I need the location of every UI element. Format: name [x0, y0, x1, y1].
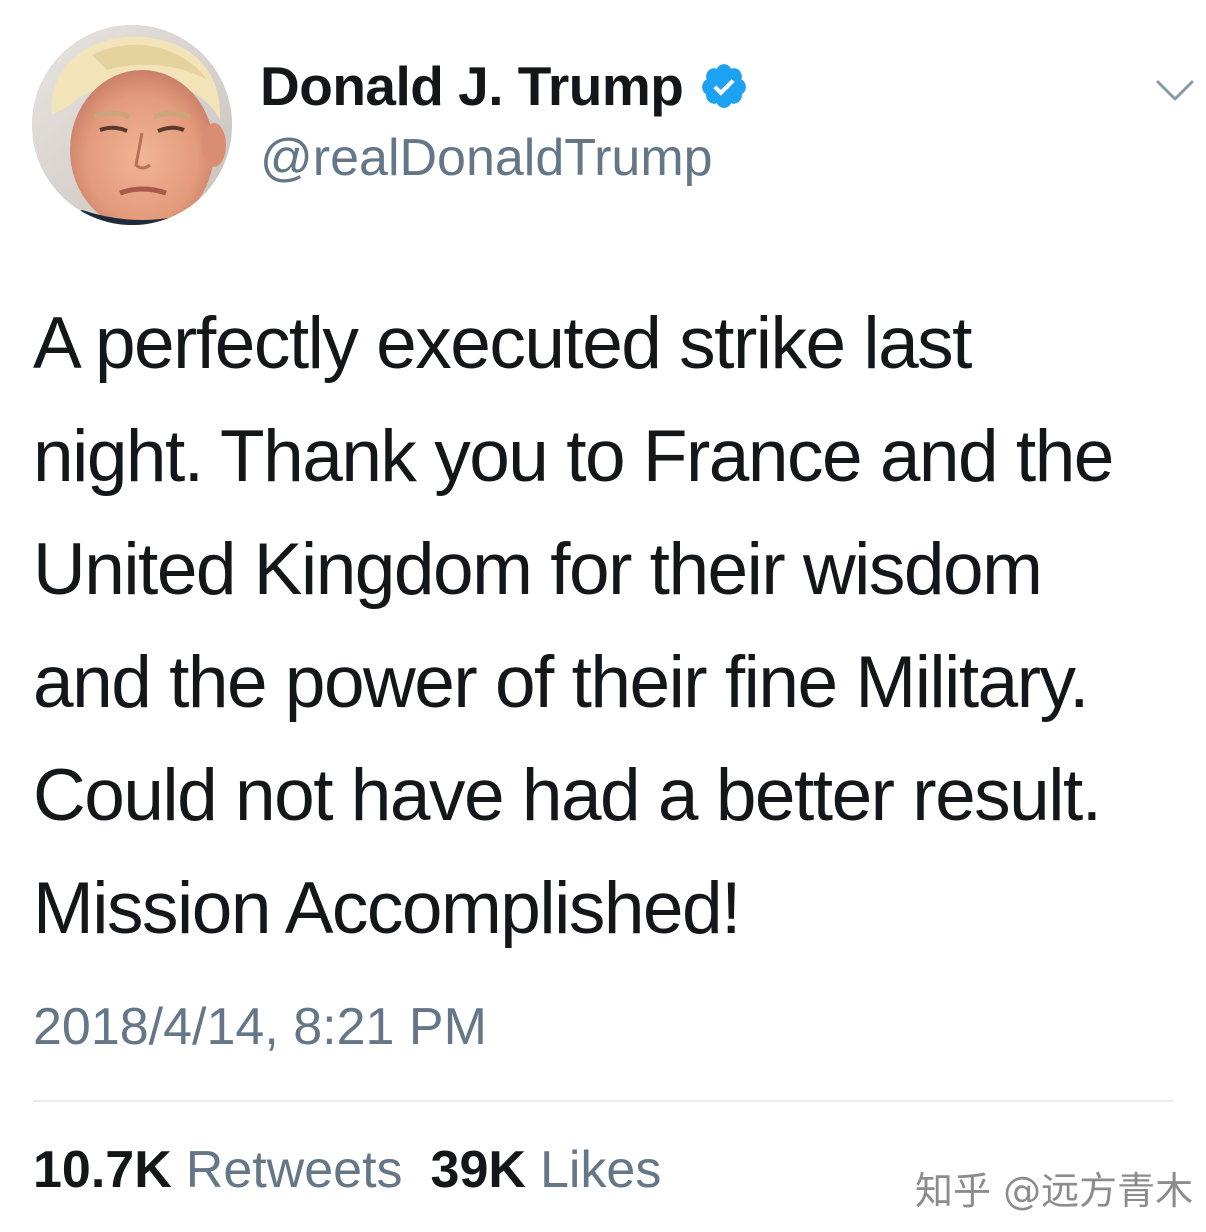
retweets-count[interactable]: 10.7K [33, 1140, 172, 1200]
avatar-photo [32, 25, 232, 225]
verified-badge-icon [699, 61, 749, 111]
likes-label[interactable]: Likes [540, 1140, 661, 1200]
engagement-stats: 10.7K Retweets 39K Likes [33, 1140, 689, 1200]
watermark: 知乎 @远方青木 [915, 1169, 1194, 1213]
tweet-timestamp[interactable]: 2018/4/14, 8:21 PM [33, 997, 487, 1057]
tweet-text: A perfectly executed strike last night. … [33, 303, 1114, 949]
avatar[interactable] [32, 25, 232, 225]
author-handle[interactable]: @realDonaldTrump [260, 128, 713, 188]
author-display-name[interactable]: Donald J. Trump [260, 54, 684, 118]
retweets-label[interactable]: Retweets [186, 1140, 403, 1200]
tweet-card: Donald J. Trump @realDonaldTrump A perfe… [0, 0, 1206, 1232]
divider [33, 1100, 1173, 1102]
likes-count[interactable]: 39K [431, 1140, 526, 1200]
chevron-down-icon[interactable] [1155, 78, 1195, 104]
author-name-row: Donald J. Trump [260, 54, 749, 118]
